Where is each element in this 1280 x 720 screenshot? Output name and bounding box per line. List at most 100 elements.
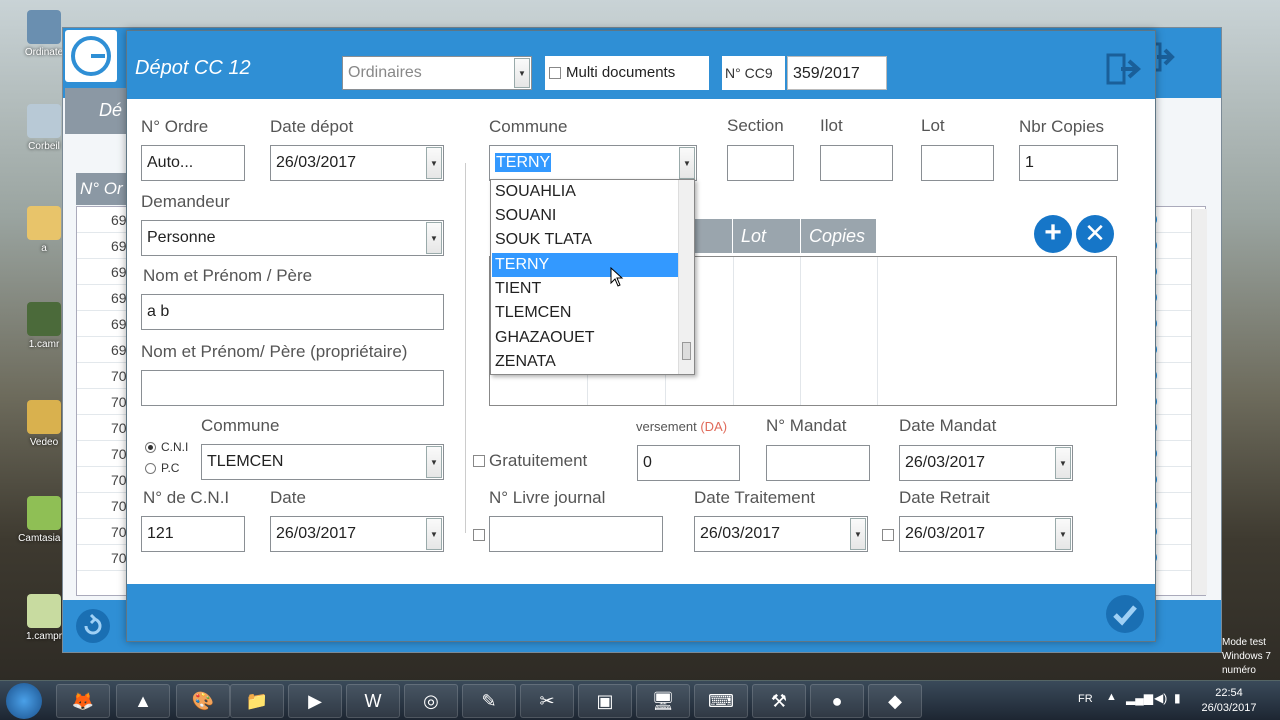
confirm-check-icon[interactable]	[1105, 594, 1145, 634]
terminal-icon[interactable]: ⌨	[694, 684, 748, 718]
clock[interactable]: 22:54 26/03/2017	[1200, 686, 1258, 716]
paint-icon[interactable]: 🎨	[176, 684, 230, 718]
dropdown-option[interactable]: SOUAHLIA	[492, 180, 678, 204]
app-logo	[65, 30, 117, 82]
date-retrait-label: Date Retrait	[899, 488, 990, 507]
lot-label: Lot	[921, 116, 945, 135]
vertical-divider	[465, 163, 466, 533]
commune-label: Commune	[489, 117, 568, 136]
multi-documents-box[interactable]: Multi documents	[545, 56, 709, 90]
chevron-down-icon[interactable]: ▼	[1055, 447, 1071, 479]
date-picker[interactable]: 26/03/2017 ▼	[270, 516, 444, 552]
chevron-down-icon[interactable]: ▼	[426, 147, 442, 179]
project-file-icon	[27, 594, 61, 628]
nbr-copies-field[interactable]: 1	[1019, 145, 1118, 181]
chevron-down-icon[interactable]: ▼	[850, 518, 866, 550]
pc-radio[interactable]	[145, 463, 156, 474]
demandeur-select[interactable]: Personne ▼	[141, 220, 444, 256]
multi-documents-checkbox[interactable]	[549, 67, 561, 79]
chevron-down-icon[interactable]: ▼	[426, 222, 442, 254]
word-icon[interactable]: W	[346, 684, 400, 718]
livre-journal-field[interactable]	[489, 516, 663, 552]
refresh-icon[interactable]	[75, 608, 111, 644]
exit-icon[interactable]	[1105, 51, 1145, 87]
no-mandat-label: N° Mandat	[766, 416, 847, 435]
chevron-down-icon[interactable]: ▼	[1055, 518, 1071, 550]
no-mandat-field[interactable]	[766, 445, 870, 481]
ilot-field[interactable]	[820, 145, 893, 181]
cni-radio[interactable]	[145, 442, 156, 453]
dropdown-option[interactable]: SOUANI	[492, 204, 678, 228]
no-cni-field[interactable]: 121	[141, 516, 245, 552]
grid-header-lot: Lot	[733, 219, 801, 253]
scissors-icon[interactable]: ✂	[520, 684, 574, 718]
grid-column	[877, 257, 878, 405]
firefox-icon[interactable]: 🦊	[56, 684, 110, 718]
date-mandat-label: Date Mandat	[899, 416, 997, 435]
chevron-down-icon[interactable]: ▼	[514, 58, 530, 88]
dropdown-option[interactable]: SOUK TLATA	[492, 228, 678, 252]
ncc9-field[interactable]: 359/2017	[787, 56, 887, 90]
commune-select[interactable]: TERNY ▼	[489, 145, 697, 181]
livre-journal-checkbox[interactable]	[473, 529, 485, 541]
settings-tool-icon[interactable]: ⚒	[752, 684, 806, 718]
gratuitement-checkbox[interactable]	[473, 455, 485, 467]
dropdown-option[interactable]: TLEMCEN	[492, 301, 678, 325]
chevron-down-icon[interactable]: ▼	[426, 518, 442, 550]
dropdown-option-selected[interactable]: TERNY	[492, 253, 678, 277]
vlc-icon[interactable]: ▲	[116, 684, 170, 718]
chrome-icon[interactable]: ◎	[404, 684, 458, 718]
nom-prenom-pere-proprietaire-label: Nom et Prénom/ Père (propriétaire)	[141, 342, 408, 361]
date-retrait-checkbox[interactable]	[882, 529, 894, 541]
explorer-icon[interactable]: 📁	[230, 684, 284, 718]
commune-dropdown-list: SOUAHLIA SOUANI SOUK TLATA TERNY TIENT T…	[490, 179, 695, 375]
nom-prenom-pere-field[interactable]: a b	[141, 294, 444, 330]
commune2-label: Commune	[201, 416, 280, 435]
grid-column	[800, 257, 801, 405]
date-mandat-picker[interactable]: 26/03/2017 ▼	[899, 445, 1073, 481]
folder-icon	[27, 400, 61, 434]
start-button[interactable]	[6, 683, 42, 719]
app-window-icon[interactable]: ▣	[578, 684, 632, 718]
ncc9-label: N° CC9	[722, 56, 785, 90]
date-depot-picker[interactable]: 26/03/2017 ▼	[270, 145, 444, 181]
dropdown-option[interactable]: TIENT	[492, 277, 678, 301]
date-retrait-picker[interactable]: 26/03/2017 ▼	[899, 516, 1073, 552]
background-scrollbar[interactable]	[1191, 209, 1207, 595]
network-icon[interactable]: ▂▄▆	[1126, 691, 1153, 705]
volume-icon[interactable]: ◀)	[1154, 691, 1167, 705]
nom-prenom-pere-proprietaire-field[interactable]	[141, 370, 444, 406]
section-label: Section	[727, 116, 784, 135]
delete-row-button[interactable]: ✕	[1076, 215, 1114, 253]
computer-icon[interactable]: 🖥	[636, 684, 690, 718]
camtasia-icon[interactable]: ◆	[868, 684, 922, 718]
date-traitement-label: Date Traitement	[694, 488, 815, 507]
media-player-icon[interactable]: ▶	[288, 684, 342, 718]
language-indicator[interactable]: FR	[1078, 693, 1093, 705]
no-ordre-field[interactable]: Auto...	[141, 145, 245, 181]
background-tab: Dé	[65, 88, 129, 134]
nom-prenom-pere-label: Nom et Prénom / Père	[143, 266, 313, 285]
section-field[interactable]	[727, 145, 794, 181]
dropdown-option[interactable]: ZENATA	[492, 350, 678, 374]
type-select[interactable]: Ordinaires ▼	[342, 56, 532, 90]
no-cni-label: N° de C.N.I	[143, 488, 230, 507]
dialog-title: Dépot CC 12	[135, 57, 251, 79]
pc-radio-label: P.C	[161, 461, 180, 475]
red-app-icon[interactable]: ●	[810, 684, 864, 718]
folder-icon	[27, 206, 61, 240]
tray-expand-icon[interactable]: ▲	[1106, 691, 1117, 703]
commune2-select[interactable]: TLEMCEN ▼	[201, 444, 444, 480]
battery-icon[interactable]: ▮	[1174, 691, 1181, 705]
dropdown-option[interactable]: GHAZAOUET	[492, 326, 678, 350]
versement-field[interactable]: 0	[637, 445, 740, 481]
chevron-down-icon[interactable]: ▼	[679, 147, 695, 179]
date-traitement-picker[interactable]: 26/03/2017 ▼	[694, 516, 868, 552]
chevron-down-icon[interactable]: ▼	[426, 446, 442, 478]
add-row-button[interactable]: +	[1034, 215, 1072, 253]
lot-field[interactable]	[921, 145, 994, 181]
scroll-thumb[interactable]	[682, 342, 691, 360]
dropdown-scrollbar[interactable]	[678, 180, 694, 374]
tool-icon[interactable]: ✎	[462, 684, 516, 718]
date-depot-label: Date dépot	[270, 117, 354, 136]
